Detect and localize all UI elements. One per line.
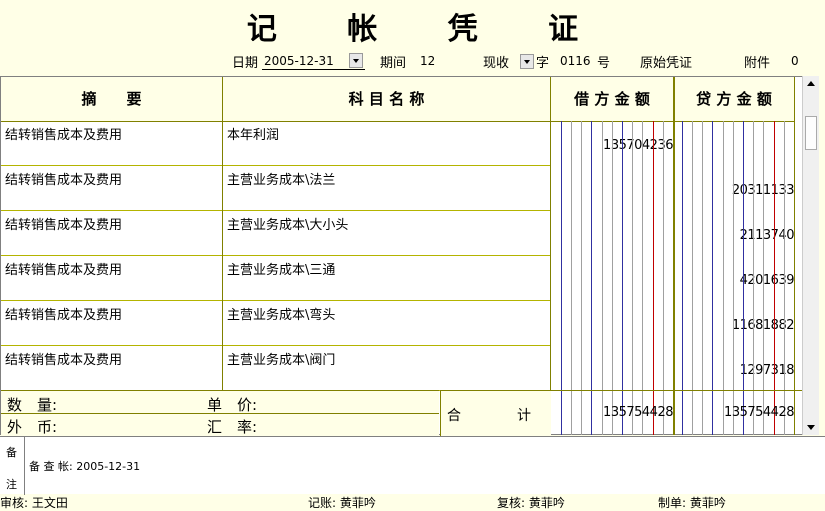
grid-line — [581, 121, 582, 435]
account-header: 科 目 名 称 — [223, 77, 550, 122]
grid-line — [723, 121, 724, 435]
grid-line — [591, 121, 592, 435]
row-account[interactable]: 主营业务成本\阀门 — [227, 349, 335, 368]
scroll-down-icon[interactable] — [807, 425, 815, 430]
voucher-type[interactable]: 现收 — [483, 52, 509, 71]
grid-line — [733, 121, 734, 435]
preparer-text: 制单: 黄菲吟 — [658, 496, 726, 510]
debit-header: 借 方 金 额 — [551, 77, 673, 122]
quantity-label: 数 量: — [7, 396, 58, 414]
total-label-cell: 合 计 — [440, 390, 551, 436]
grid-line — [602, 121, 603, 435]
grid-line — [692, 121, 693, 435]
grid-line — [794, 77, 795, 435]
grid-line — [753, 121, 754, 435]
row-summary[interactable]: 结转销售成本及费用 — [5, 124, 122, 143]
remark-text[interactable]: 备 查 帐: 2005-12-31 — [29, 458, 140, 474]
date-picker[interactable]: 2005-12-31 — [262, 53, 365, 70]
grid-line — [763, 121, 764, 435]
remark-area: 备 注 备 查 帐: 2005-12-31 — [0, 436, 825, 495]
grid-line — [712, 121, 713, 435]
attachment-label: 附件 — [744, 56, 771, 71]
remark-label-bottom: 注 — [6, 478, 17, 491]
period-value: 12 — [420, 54, 436, 68]
foreign-currency-label: 外 币: — [7, 418, 58, 436]
grid-line — [622, 121, 623, 435]
credit-header: 贷 方 金 额 — [674, 77, 794, 122]
row-summary[interactable]: 结转销售成本及费用 — [5, 169, 122, 188]
grid-line — [612, 121, 613, 435]
grid-line — [571, 121, 572, 435]
scroll-up-icon[interactable] — [807, 81, 815, 86]
grid-line — [653, 121, 654, 435]
date-dropdown-icon[interactable] — [349, 53, 363, 68]
remark-label-top: 备 — [6, 446, 17, 459]
row-account[interactable]: 主营业务成本\弯头 — [227, 304, 335, 323]
row-account[interactable]: 主营业务成本\三通 — [227, 259, 335, 278]
unit-price-label: 单 价: — [207, 396, 258, 414]
quantity-fx-area: 数 量: 单 价: 外 币: 汇 率: — [1, 390, 439, 436]
attachment-count[interactable]: 0 — [791, 54, 799, 68]
grid-line — [702, 121, 703, 435]
scroll-thumb[interactable] — [805, 116, 817, 150]
number-label: 号 — [597, 56, 611, 71]
row-account[interactable]: 主营业务成本\大小头 — [227, 214, 348, 233]
row-account[interactable]: 本年利润 — [227, 124, 279, 143]
voucher-grid: 摘 要 科 目 名 称 借 方 金 额 贷 方 金 额 结转销售成本及费用 本年利… — [0, 76, 803, 436]
credit-total: 135754428 — [724, 405, 794, 420]
grid-line — [682, 121, 683, 435]
voucher-type-dropdown-icon[interactable] — [520, 54, 534, 69]
grid-line — [550, 77, 551, 435]
grid-line — [673, 77, 675, 435]
grid-line — [774, 121, 775, 435]
grid-line — [222, 77, 223, 390]
original-voucher-label: 原始凭证 — [640, 56, 693, 71]
period-label: 期间 — [380, 56, 407, 71]
row-summary[interactable]: 结转销售成本及费用 — [5, 349, 122, 368]
reviewer-text: 复核: 黄菲吟 — [497, 496, 565, 510]
grid-line — [632, 121, 633, 435]
bookkeeper-text: 记账: 黄菲吟 — [308, 496, 376, 510]
word-label: 字 — [536, 56, 550, 71]
auditor-text: 审核: 王文田 — [0, 496, 68, 510]
summary-header: 摘 要 — [1, 77, 222, 122]
voucher-number[interactable]: 0116 — [560, 54, 591, 68]
grid-line — [561, 121, 562, 435]
total-label: 合 计 — [447, 408, 531, 424]
row-account[interactable]: 主营业务成本\法兰 — [227, 169, 335, 188]
row-summary[interactable]: 结转销售成本及费用 — [5, 304, 122, 323]
exchange-rate-label: 汇 率: — [207, 418, 258, 436]
voucher-title: 记 帐 凭 证 — [246, 12, 609, 47]
debit-total: 135754428 — [603, 405, 673, 420]
grid-line — [784, 121, 785, 435]
row-summary[interactable]: 结转销售成本及费用 — [5, 214, 122, 233]
date-label: 日期 — [232, 56, 259, 71]
grid-line — [663, 121, 664, 435]
row-summary[interactable]: 结转销售成本及费用 — [5, 259, 122, 278]
grid-line — [743, 121, 744, 435]
grid-line — [642, 121, 643, 435]
date-value: 2005-12-31 — [264, 54, 334, 68]
vertical-scrollbar[interactable] — [802, 76, 819, 435]
